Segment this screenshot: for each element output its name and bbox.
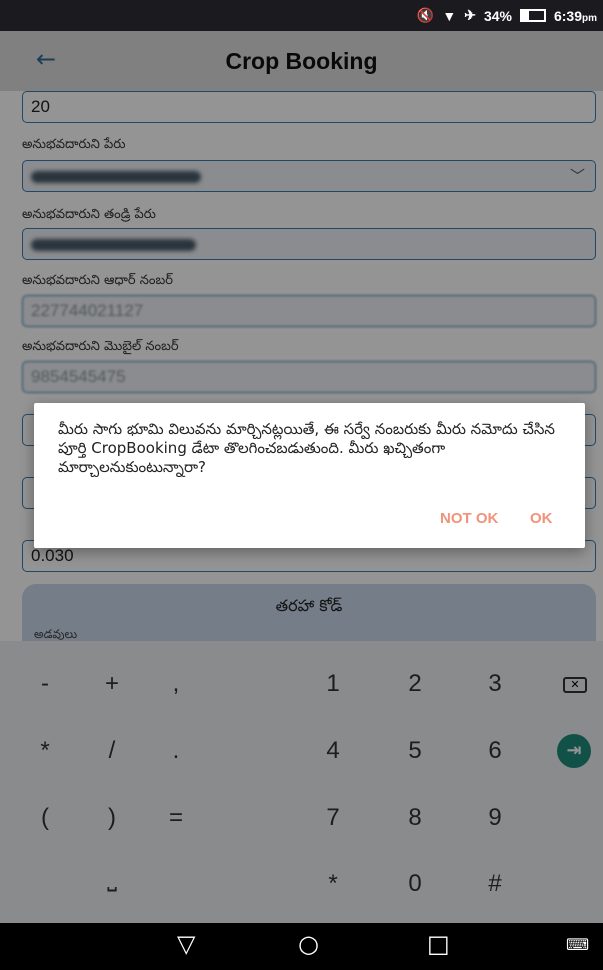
dialog-message: మీరు సాగు భూమి విలువను మార్చినట్లయితే, ఈ…: [58, 420, 555, 476]
wifi-icon: ▼: [442, 7, 457, 24]
not-ok-button[interactable]: NOT OK: [440, 510, 498, 527]
keyboard-icon[interactable]: ⌨: [566, 935, 589, 954]
mute-icon: 🔇: [416, 7, 435, 23]
nav-home-icon[interactable]: ○: [298, 930, 319, 958]
ok-button[interactable]: OK: [530, 510, 553, 527]
confirm-dialog: మీరు సాగు భూమి విలువను మార్చినట్లయితే, ఈ…: [34, 403, 585, 548]
battery-icon: [519, 9, 546, 22]
nav-back-icon[interactable]: ▽: [177, 930, 195, 958]
battery-percent: 34%: [483, 7, 512, 24]
system-nav-bar: ▽ ○ □ ⌨: [0, 923, 603, 970]
airplane-icon: ✈: [464, 7, 476, 23]
clock: 6:39pm: [553, 7, 597, 24]
nav-recents-icon[interactable]: □: [427, 930, 450, 958]
status-bar: 🔇 ▼ ✈ 34% 6:39pm: [0, 0, 603, 31]
